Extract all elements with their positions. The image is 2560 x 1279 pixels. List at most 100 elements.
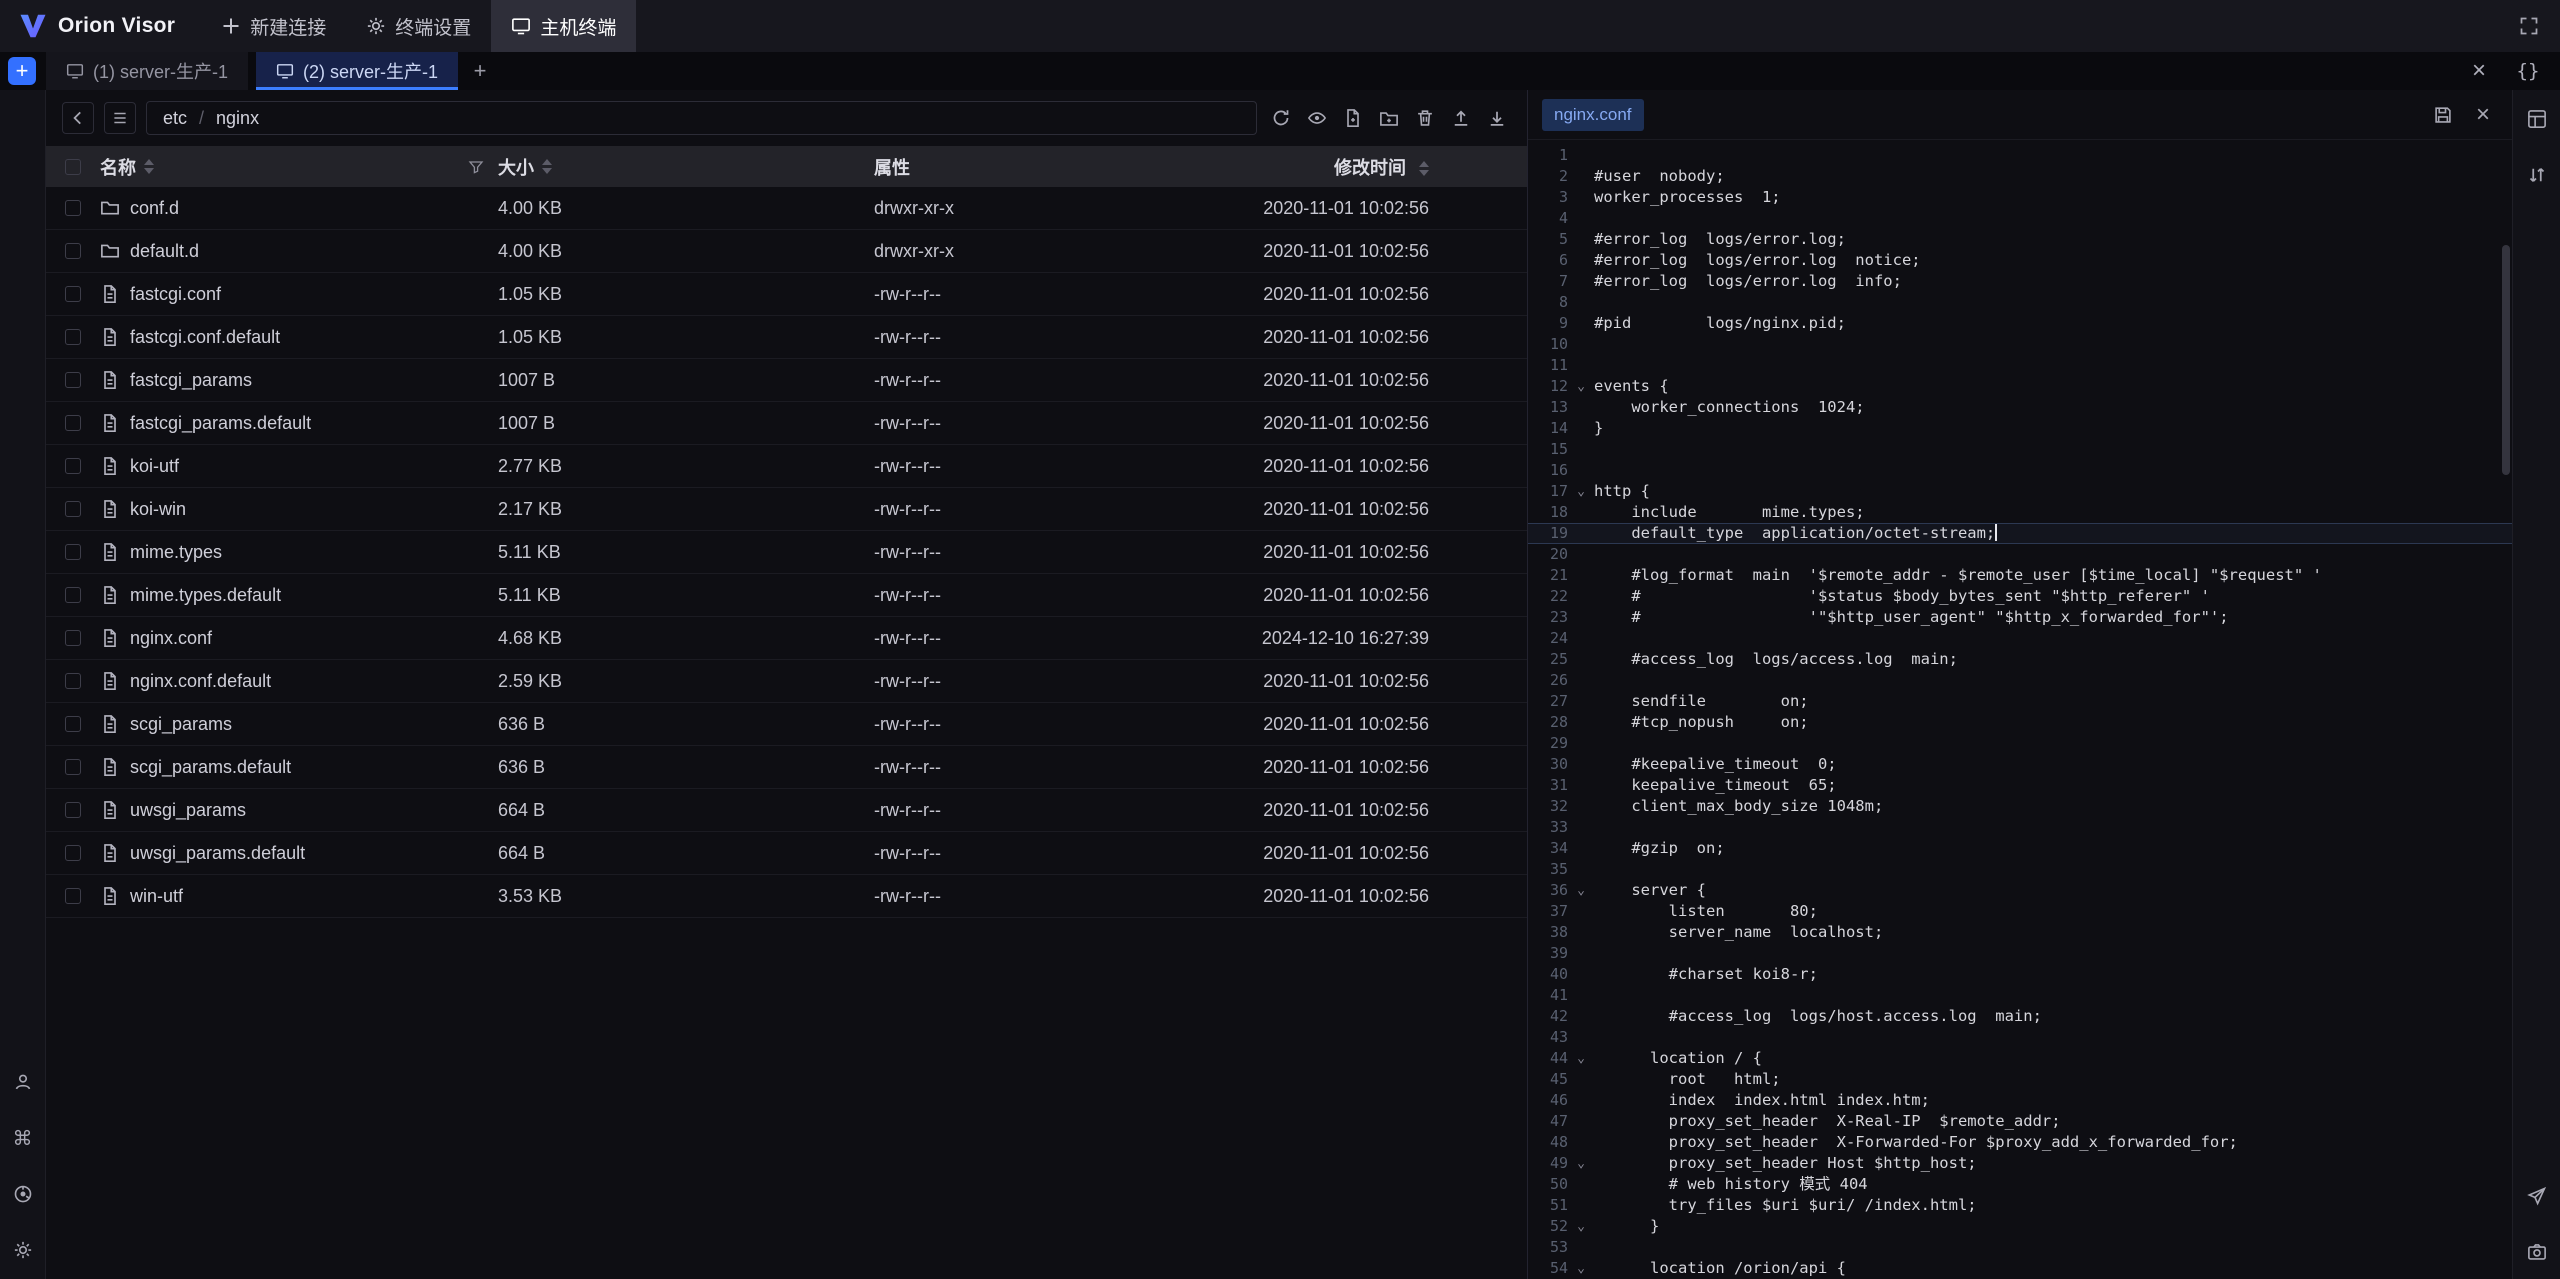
download-icon[interactable] [1483,104,1511,132]
show-hidden-eye-icon[interactable] [1303,104,1331,132]
code-line[interactable]: 28 #tcp_nopush on; [1528,712,2512,733]
code-line[interactable]: 47 proxy_set_header X-Real-IP $remote_ad… [1528,1111,2512,1132]
sort-swap-icon[interactable] [2522,160,2552,190]
table-row[interactable]: fastcgi_params1007 B-rw-r--r--2020-11-01… [46,359,1527,402]
code-line[interactable]: 17⌄http { [1528,481,2512,502]
back-button[interactable] [62,102,94,134]
save-icon[interactable] [2428,100,2458,130]
code-line[interactable]: 51 try_files $uri $uri/ /index.html; [1528,1195,2512,1216]
table-row[interactable]: fastcgi.conf.default1.05 KB-rw-r--r--202… [46,316,1527,359]
list-view-button[interactable] [104,102,136,134]
code-line[interactable]: 8 [1528,292,2512,313]
code-line[interactable]: 23 # '"$http_user_agent" "$http_x_forwar… [1528,607,2512,628]
code-line[interactable]: 3worker_processes 1; [1528,187,2512,208]
code-line[interactable]: 9#pid logs/nginx.pid; [1528,313,2512,334]
row-checkbox[interactable] [65,630,81,646]
code-line[interactable]: 16 [1528,460,2512,481]
code-line[interactable]: 33 [1528,817,2512,838]
code-line[interactable]: 44⌄ location / { [1528,1048,2512,1069]
delete-trash-icon[interactable] [1411,104,1439,132]
new-file-icon[interactable] [1339,104,1367,132]
file-name[interactable]: uwsgi_params [130,800,246,821]
screenshot-camera-icon[interactable] [2522,1237,2552,1267]
code-line[interactable]: 18 include mime.types; [1528,502,2512,523]
code-line[interactable]: 40 #charset koi8-r; [1528,964,2512,985]
file-name[interactable]: mime.types [130,542,222,563]
file-name[interactable]: conf.d [130,198,179,219]
code-line[interactable]: 22 # '$status $body_bytes_sent "$http_re… [1528,586,2512,607]
code-line[interactable]: 21 #log_format main '$remote_addr - $rem… [1528,565,2512,586]
code-line[interactable]: 38 server_name localhost; [1528,922,2512,943]
column-header-size[interactable]: 大小 [498,154,534,180]
code-line[interactable]: 53 [1528,1237,2512,1258]
row-checkbox[interactable] [65,286,81,302]
fullscreen-icon[interactable] [2514,11,2544,41]
table-row[interactable]: koi-win2.17 KB-rw-r--r--2020-11-01 10:02… [46,488,1527,531]
table-row[interactable]: fastcgi_params.default1007 B-rw-r--r--20… [46,402,1527,445]
editor-code[interactable]: 12#user nobody;3worker_processes 1;45#er… [1528,140,2512,1279]
close-editor-icon[interactable]: × [2468,100,2498,130]
fold-toggle-icon[interactable]: ⌄ [1568,1216,1594,1237]
tab-server-2[interactable]: (2) server-生产-1 [256,52,458,90]
code-line[interactable]: 46 index index.html index.htm; [1528,1090,2512,1111]
code-line[interactable]: 10 [1528,334,2512,355]
code-line[interactable]: 54⌄ location /orion/api { [1528,1258,2512,1279]
code-line[interactable]: 19 default_type application/octet-stream… [1528,523,2512,544]
code-line[interactable]: 34 #gzip on; [1528,838,2512,859]
row-checkbox[interactable] [65,716,81,732]
table-row[interactable]: scgi_params.default636 B-rw-r--r--2020-1… [46,746,1527,789]
theme-icon[interactable] [8,1179,38,1209]
code-line[interactable]: 39 [1528,943,2512,964]
file-name[interactable]: scgi_params [130,714,232,735]
fold-toggle-icon[interactable]: ⌄ [1568,1153,1594,1174]
shortcut-command-icon[interactable]: ⌘ [8,1123,38,1153]
file-name[interactable]: mime.types.default [130,585,281,606]
file-name[interactable]: default.d [130,241,199,262]
code-line[interactable]: 25 #access_log logs/access.log main; [1528,649,2512,670]
file-name[interactable]: fastcgi_params [130,370,252,391]
file-name[interactable]: uwsgi_params.default [130,843,305,864]
row-checkbox[interactable] [65,501,81,517]
code-line[interactable]: 14} [1528,418,2512,439]
tab-server-1[interactable]: (1) server-生产-1 [46,52,248,90]
code-line[interactable]: 1 [1528,145,2512,166]
fold-toggle-icon[interactable]: ⌄ [1568,880,1594,901]
file-name[interactable]: koi-utf [130,456,179,477]
file-name[interactable]: scgi_params.default [130,757,291,778]
sort-size-icon[interactable] [542,159,552,174]
user-icon[interactable] [8,1067,38,1097]
filter-funnel-icon[interactable] [468,159,484,175]
code-line[interactable]: 13 worker_connections 1024; [1528,397,2512,418]
table-row[interactable]: mime.types.default5.11 KB-rw-r--r--2020-… [46,574,1527,617]
column-header-mtime[interactable]: 修改时间 [1334,158,1406,178]
row-checkbox[interactable] [65,544,81,560]
sort-mtime-icon[interactable] [1419,161,1429,176]
file-name[interactable]: nginx.conf [130,628,212,649]
fold-toggle-icon[interactable]: ⌄ [1568,1048,1594,1069]
settings-gear-icon[interactable] [8,1235,38,1265]
table-row[interactable]: win-utf3.53 KB-rw-r--r--2020-11-01 10:02… [46,875,1527,918]
row-checkbox[interactable] [65,329,81,345]
code-line[interactable]: 20 [1528,544,2512,565]
row-checkbox[interactable] [65,243,81,259]
row-checkbox[interactable] [65,458,81,474]
code-line[interactable]: 12⌄events { [1528,376,2512,397]
code-line[interactable]: 4 [1528,208,2512,229]
breadcrumb-segment[interactable]: nginx [216,108,259,129]
code-line[interactable]: 29 [1528,733,2512,754]
path-breadcrumb[interactable]: etc / nginx [146,101,1257,135]
row-checkbox[interactable] [65,845,81,861]
code-line[interactable]: 43 [1528,1027,2512,1048]
code-line[interactable]: 32 client_max_body_size 1048m; [1528,796,2512,817]
code-line[interactable]: 15 [1528,439,2512,460]
select-all-checkbox[interactable] [65,159,81,175]
send-plane-icon[interactable] [2522,1181,2552,1211]
table-row[interactable]: uwsgi_params664 B-rw-r--r--2020-11-01 10… [46,789,1527,832]
code-line[interactable]: 35 [1528,859,2512,880]
table-row[interactable]: conf.d4.00 KBdrwxr-xr-x2020-11-01 10:02:… [46,187,1527,230]
code-line[interactable]: 48 proxy_set_header X-Forwarded-For $pro… [1528,1132,2512,1153]
breadcrumb-segment[interactable]: etc [163,108,187,129]
code-line[interactable]: 2#user nobody; [1528,166,2512,187]
code-line[interactable]: 30 #keepalive_timeout 0; [1528,754,2512,775]
code-line[interactable]: 5#error_log logs/error.log; [1528,229,2512,250]
